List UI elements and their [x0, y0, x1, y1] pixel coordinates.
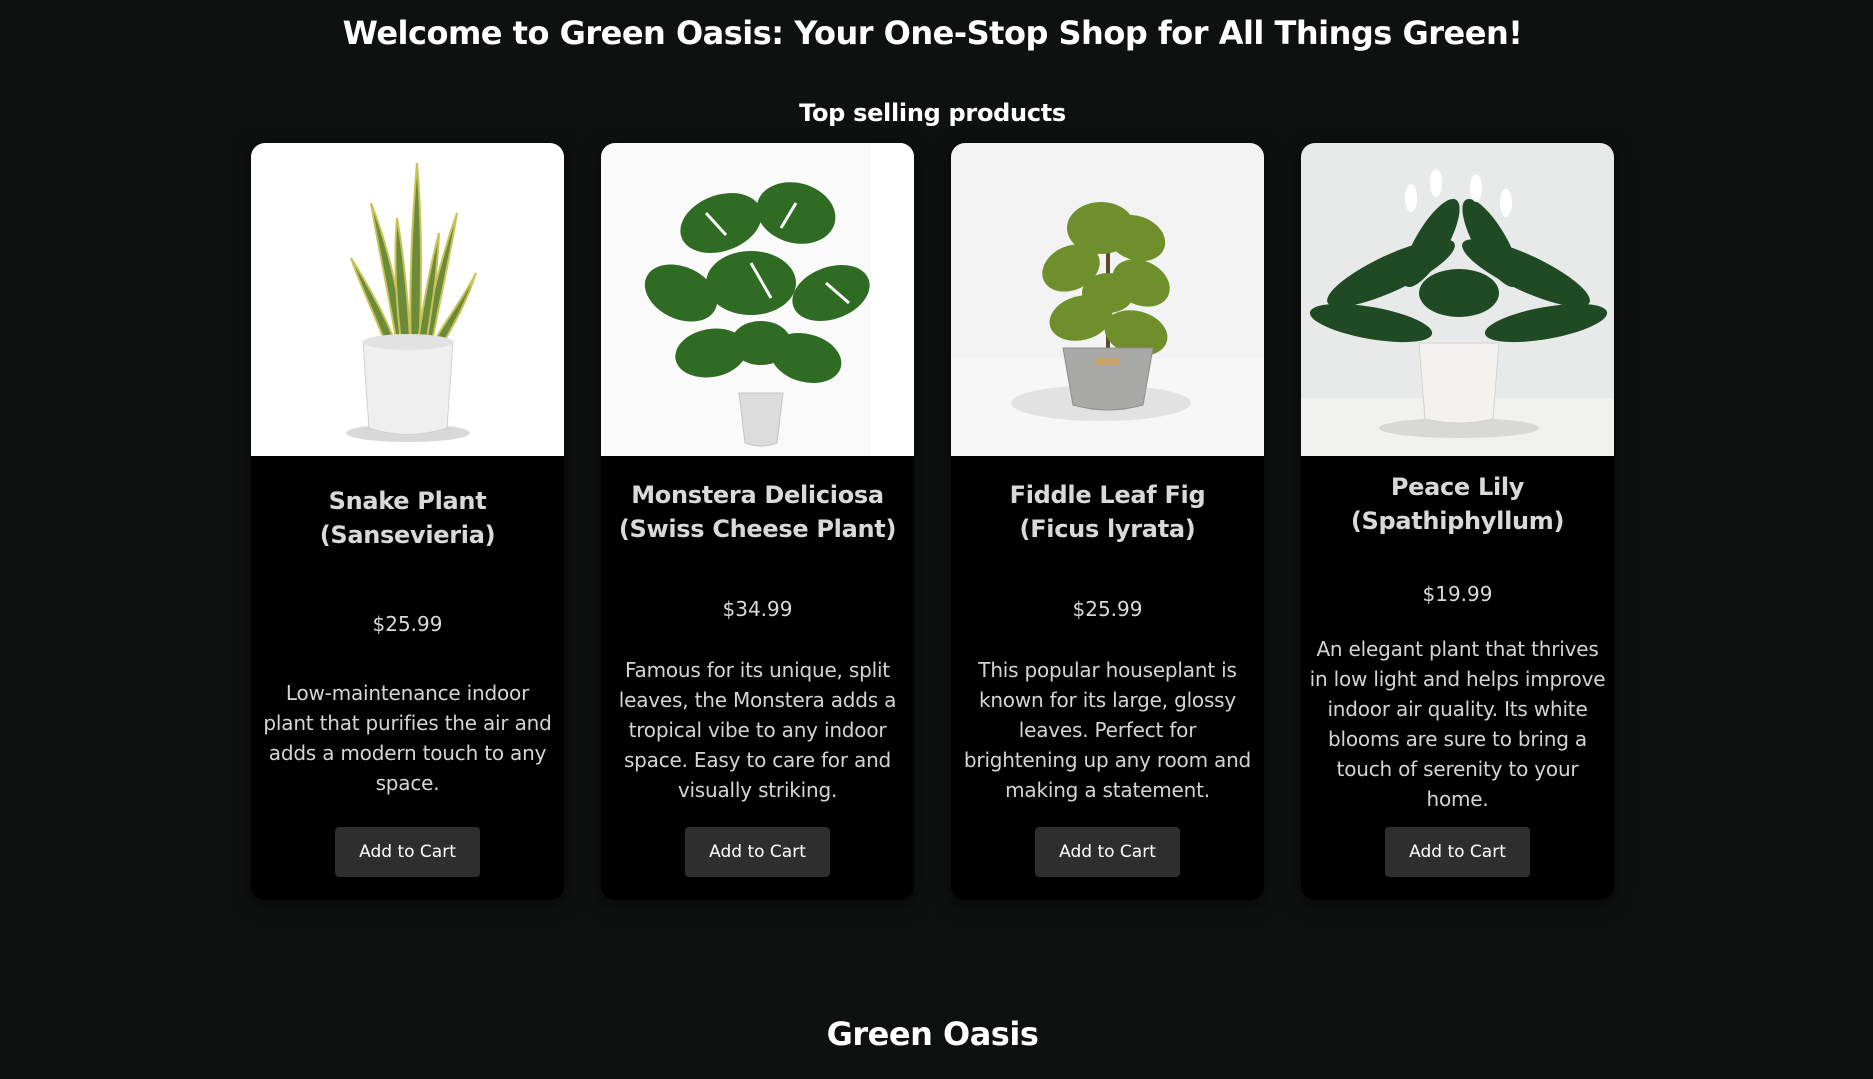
- product-card-snake-plant: Snake Plant (Sansevieria) $25.99 Low-mai…: [251, 143, 564, 900]
- product-description: This popular houseplant is known for its…: [963, 658, 1252, 802]
- product-price: $19.99: [1422, 582, 1493, 606]
- product-price: $34.99: [722, 597, 793, 621]
- product-image-snake-plant[interactable]: [251, 143, 564, 456]
- product-name-line2: (Swiss Cheese Plant): [618, 515, 897, 543]
- product-image-fiddle-leaf-fig[interactable]: [951, 143, 1264, 456]
- product-card-fiddle-leaf-fig: Fiddle Leaf Fig (Ficus lyrata) $25.99 Th…: [951, 143, 1264, 900]
- product-name: Fiddle Leaf Fig (Ficus lyrata): [961, 478, 1254, 546]
- product-name-line1: Monstera Deliciosa: [631, 481, 884, 509]
- product-name-line1: Fiddle Leaf Fig: [1009, 481, 1206, 509]
- add-to-cart-button[interactable]: Add to Cart: [685, 827, 830, 877]
- footer-title: Green Oasis: [826, 1015, 1039, 1053]
- product-image-monstera[interactable]: [601, 143, 914, 456]
- product-image-peace-lily[interactable]: [1301, 143, 1614, 456]
- product-price: $25.99: [372, 612, 443, 636]
- product-name-line1: Snake Plant: [328, 487, 487, 515]
- product-description: An elegant plant that thrives in low lig…: [1309, 637, 1606, 811]
- add-to-cart-button[interactable]: Add to Cart: [1035, 827, 1180, 877]
- product-name: Peace Lily (Spathiphyllum): [1311, 470, 1604, 538]
- product-name-line2: (Ficus lyrata): [1019, 515, 1196, 543]
- page-title: Welcome to Green Oasis: Your One-Stop Sh…: [342, 14, 1523, 52]
- product-description: Famous for its unique, split leaves, the…: [618, 658, 897, 802]
- product-name: Monstera Deliciosa (Swiss Cheese Plant): [611, 478, 904, 546]
- add-to-cart-button[interactable]: Add to Cart: [1385, 827, 1530, 877]
- product-price: $25.99: [1072, 597, 1143, 621]
- product-name-line2: (Spathiphyllum): [1350, 507, 1565, 535]
- product-card-monstera: Monstera Deliciosa (Swiss Cheese Plant) …: [601, 143, 914, 900]
- add-to-cart-button[interactable]: Add to Cart: [335, 827, 480, 877]
- section-title: Top selling products: [799, 99, 1066, 127]
- product-description: Low-maintenance indoor plant that purifi…: [263, 681, 552, 795]
- product-name: Snake Plant (Sansevieria): [261, 484, 554, 552]
- product-name-line1: Peace Lily: [1390, 473, 1525, 501]
- product-name-line2: (Sansevieria): [319, 521, 496, 549]
- product-card-peace-lily: Peace Lily (Spathiphyllum) $19.99 An ele…: [1301, 143, 1614, 900]
